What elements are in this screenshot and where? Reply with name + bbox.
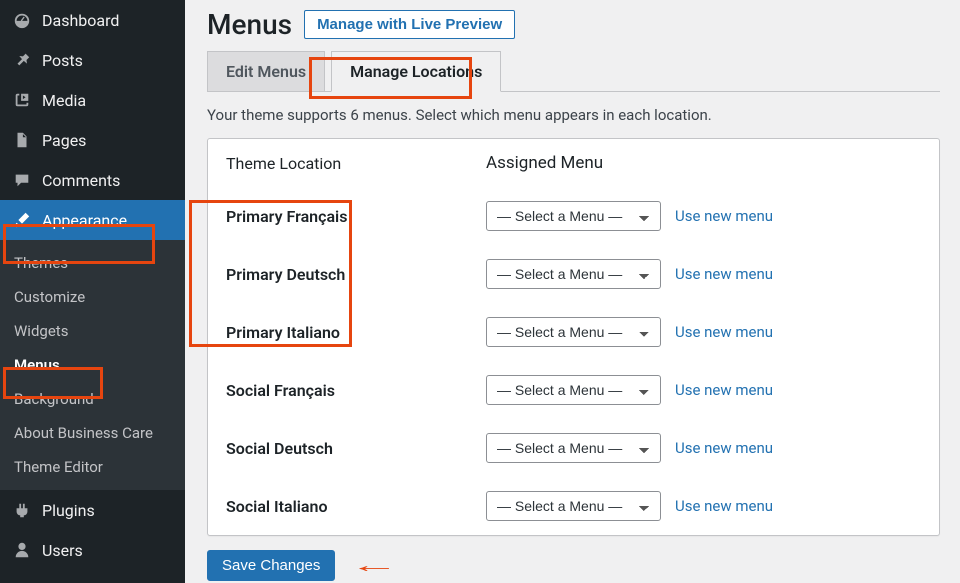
sidebar-item-label: Dashboard [42, 11, 119, 30]
sidebar-item-label: Pages [42, 131, 86, 150]
col-header-assigned: Assigned Menu [486, 153, 921, 173]
assigned-menu-select[interactable]: — Select a Menu — [486, 259, 661, 289]
table-header: Theme Location Assigned Menu [208, 139, 939, 187]
sidebar-item-media[interactable]: Media [0, 80, 185, 120]
page-icon [12, 130, 32, 150]
sidebar-item-appearance[interactable]: Appearance [0, 200, 185, 240]
sidebar-item-label: Plugins [42, 501, 95, 520]
sub-item-themes[interactable]: Themes [0, 246, 185, 280]
sub-item-theme-editor[interactable]: Theme Editor [0, 450, 185, 484]
plug-icon [12, 500, 32, 520]
tabs: Edit Menus Manage Locations [207, 51, 940, 92]
table-row: Primary Deutsch — Select a Menu — Use ne… [208, 245, 939, 303]
save-changes-button[interactable]: Save Changes [207, 550, 335, 581]
use-new-menu-link[interactable]: Use new menu [675, 265, 773, 283]
sidebar-item-users[interactable]: Users [0, 530, 185, 570]
location-name: Social Deutsch [226, 439, 486, 458]
comment-icon [12, 170, 32, 190]
location-name: Primary Deutsch [226, 265, 486, 284]
user-icon [12, 540, 32, 560]
sidebar-item-label: Users [42, 541, 83, 560]
pin-icon [12, 50, 32, 70]
use-new-menu-link[interactable]: Use new menu [675, 207, 773, 225]
page-title: Menus [207, 8, 292, 41]
sidebar-item-posts[interactable]: Posts [0, 40, 185, 80]
tab-edit-menus[interactable]: Edit Menus [207, 51, 325, 91]
use-new-menu-link[interactable]: Use new menu [675, 381, 773, 399]
assigned-menu-select[interactable]: — Select a Menu — [486, 433, 661, 463]
use-new-menu-link[interactable]: Use new menu [675, 439, 773, 457]
location-name: Primary Italiano [226, 323, 486, 342]
intro-text: Your theme supports 6 menus. Select whic… [207, 106, 940, 124]
assigned-menu-select[interactable]: — Select a Menu — [486, 201, 661, 231]
sub-item-menus[interactable]: Menus [0, 348, 185, 382]
table-row: Social Italiano — Select a Menu — Use ne… [208, 477, 939, 535]
sidebar-item-label: Appearance [42, 211, 127, 230]
use-new-menu-link[interactable]: Use new menu [675, 497, 773, 515]
table-row: Social Deutsch — Select a Menu — Use new… [208, 419, 939, 477]
sidebar-item-label: Media [42, 91, 86, 110]
table-row: Primary Italiano — Select a Menu — Use n… [208, 303, 939, 361]
locations-panel: Theme Location Assigned Menu Primary Fra… [207, 138, 940, 536]
sidebar-item-plugins[interactable]: Plugins [0, 490, 185, 530]
content-area: Menus Manage with Live Preview Edit Menu… [185, 0, 960, 583]
sub-item-background[interactable]: Background [0, 382, 185, 416]
tab-manage-locations[interactable]: Manage Locations [331, 51, 501, 92]
media-icon [12, 90, 32, 110]
sidebar-item-pages[interactable]: Pages [0, 120, 185, 160]
table-row: Primary Français — Select a Menu — Use n… [208, 187, 939, 245]
annotation-arrow-icon: ← [349, 553, 399, 578]
location-name: Social Italiano [226, 497, 486, 516]
admin-sidebar: Dashboard Posts Media Pages Comments App… [0, 0, 185, 583]
sub-item-widgets[interactable]: Widgets [0, 314, 185, 348]
assigned-menu-select[interactable]: — Select a Menu — [486, 491, 661, 521]
brush-icon [12, 210, 32, 230]
sidebar-item-comments[interactable]: Comments [0, 160, 185, 200]
sub-item-customize[interactable]: Customize [0, 280, 185, 314]
sidebar-item-dashboard[interactable]: Dashboard [0, 0, 185, 40]
location-name: Primary Français [226, 207, 486, 226]
use-new-menu-link[interactable]: Use new menu [675, 323, 773, 341]
assigned-menu-select[interactable]: — Select a Menu — [486, 375, 661, 405]
manage-live-preview-button[interactable]: Manage with Live Preview [304, 10, 515, 39]
location-name: Social Français [226, 381, 486, 400]
table-row: Social Français — Select a Menu — Use ne… [208, 361, 939, 419]
sidebar-item-label: Posts [42, 51, 83, 70]
sub-item-about[interactable]: About Business Care [0, 416, 185, 450]
sidebar-item-label: Comments [42, 171, 120, 190]
appearance-submenu: Themes Customize Widgets Menus Backgroun… [0, 240, 185, 490]
col-header-location: Theme Location [226, 154, 486, 173]
assigned-menu-select[interactable]: — Select a Menu — [486, 317, 661, 347]
gauge-icon [12, 10, 32, 30]
